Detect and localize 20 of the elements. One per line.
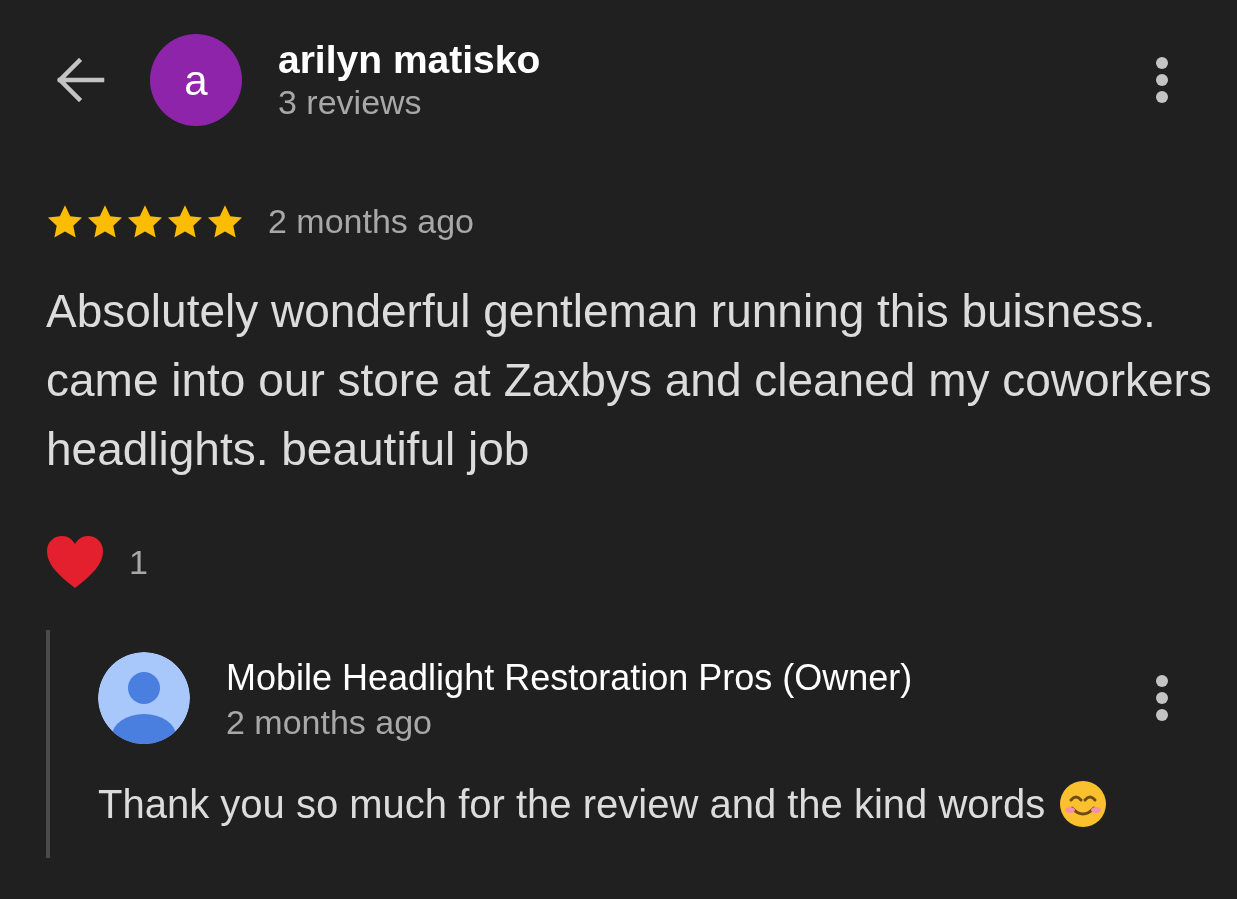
back-arrow-icon[interactable]: [55, 58, 105, 102]
smiley-icon: [1059, 780, 1108, 828]
star-icon: [86, 203, 124, 240]
avatar-icon: [98, 652, 190, 744]
reaction-count: 1: [129, 541, 148, 583]
star-icon: [126, 203, 164, 240]
review-text: Absolutely wonderful gentleman running this buisness. came into our store at Zaxbys and cleaned my coworkers headlights. beautiful job: [45, 284, 1213, 477]
review-count: 3 reviews: [278, 82, 423, 122]
star-icon: [206, 203, 244, 240]
avatar: a: [150, 34, 242, 126]
reply-text: Thank you so much for the review and the kind words: [98, 781, 1046, 828]
review-time: 2 months ago: [268, 201, 475, 242]
more-icon[interactable]: [1155, 674, 1169, 722]
reviewer-name: arilyn matisko: [278, 38, 542, 82]
more-icon[interactable]: [1155, 56, 1169, 104]
star-icon: [46, 203, 84, 240]
star-icon: [166, 203, 204, 240]
owner-name: Mobile Headlight Restoration Pros (Owner): [226, 656, 914, 700]
heart-icon[interactable]: [45, 534, 105, 590]
reply-time: 2 months ago: [226, 702, 434, 743]
